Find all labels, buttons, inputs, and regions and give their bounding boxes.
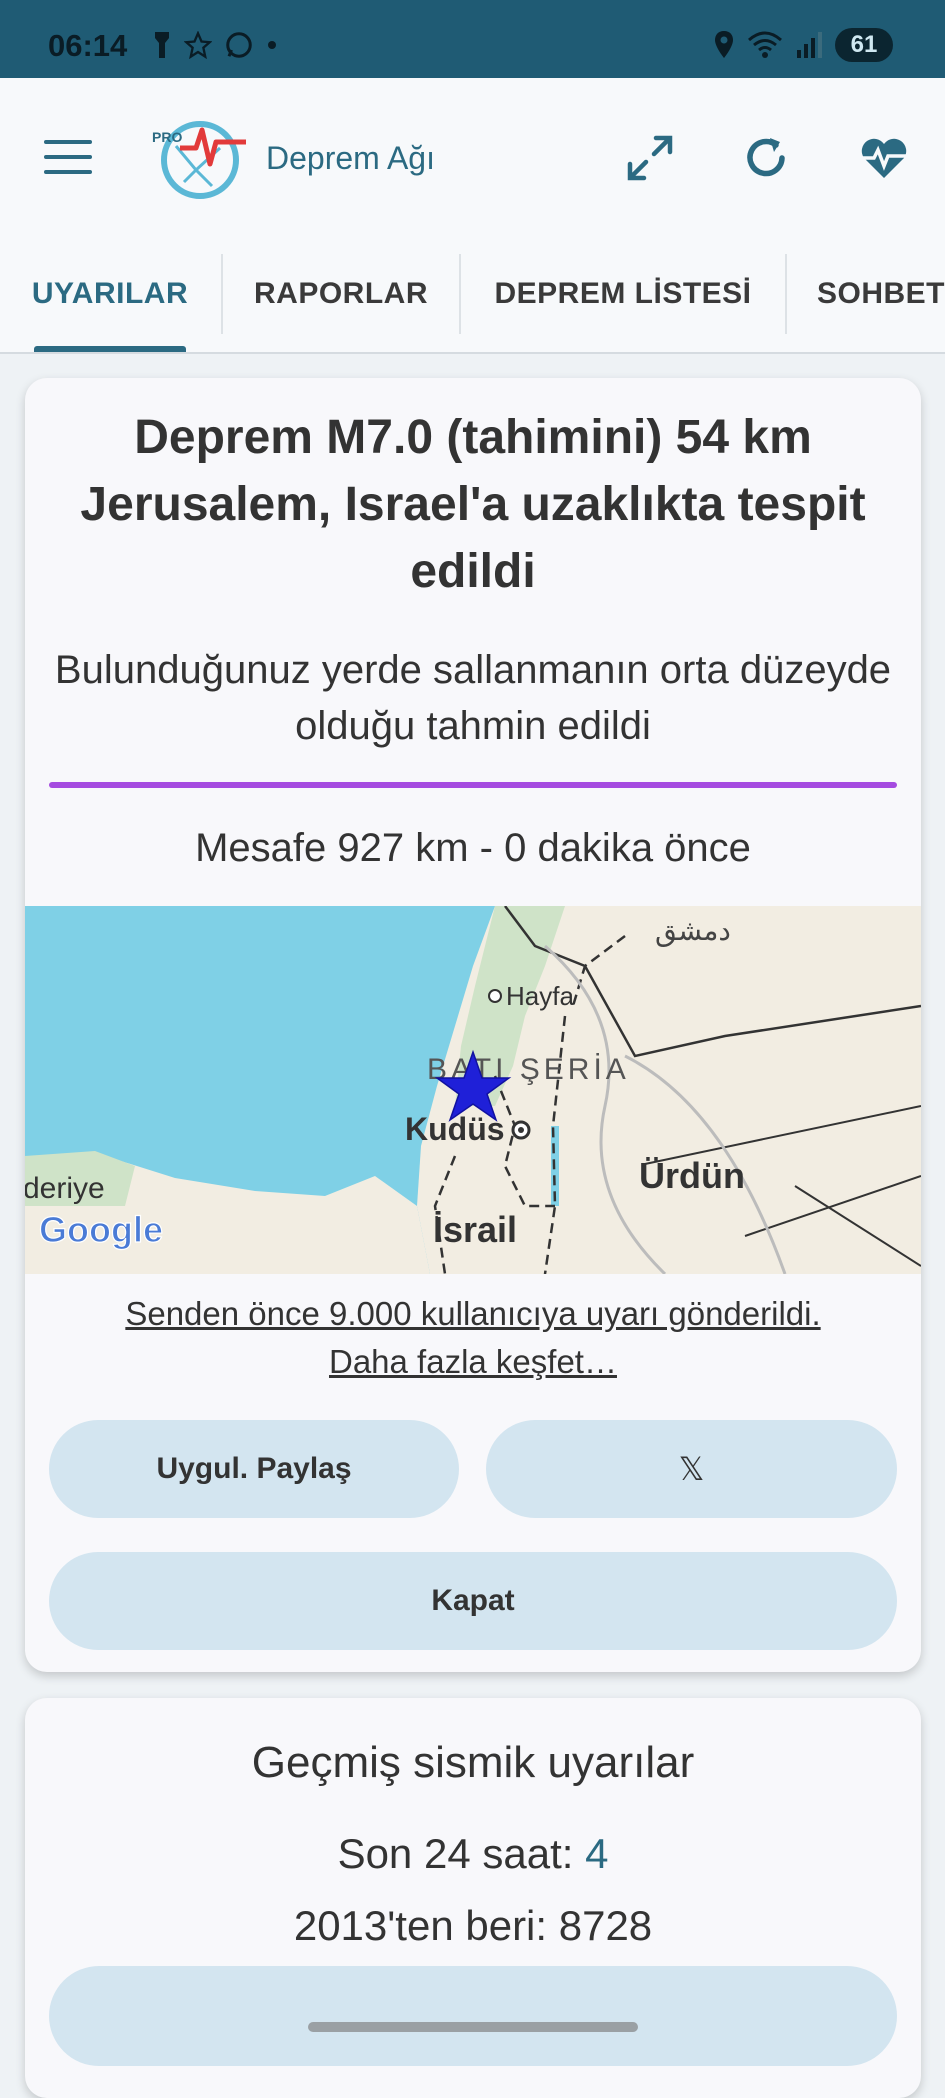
app-header: PRO Deprem Ağı <box>0 78 945 238</box>
expand-icon[interactable] <box>622 130 678 186</box>
history-since-2013: 2013'ten beri: 8728 <box>293 1902 653 1949</box>
dot-icon <box>268 41 276 49</box>
label-alexandria: deriye <box>25 1172 105 1205</box>
alert-subtitle: Bulunduğunuz yerde sallanmanın orta düze… <box>54 648 892 748</box>
seismic-history-card: Geçmiş sismik uyarılar Son 24 saat: 4 20… <box>25 1698 921 2098</box>
alert-map[interactable]: دمشق Hayfa BATI ŞERİA Kudüs Ürdün İsrail… <box>25 905 921 1276</box>
share-app-button[interactable]: Uygul. Paylaş <box>49 1420 459 1518</box>
refresh-icon[interactable] <box>738 130 794 186</box>
label-jerusalem: Kudüs <box>405 1111 505 1147</box>
flashlight-icon <box>155 32 169 58</box>
location-icon <box>715 31 733 58</box>
explore-more-link[interactable]: Senden önce 9.000 kullanıcıya uyarı gönd… <box>45 1290 901 1386</box>
label-haifa: Hayfa <box>506 981 574 1011</box>
map-canvas: دمشق Hayfa BATI ŞERİA Kudüs Ürdün İsrail… <box>25 905 921 1276</box>
last-24h-value: 4 <box>585 1830 609 1877</box>
tab-bar: UYARILAR RAPORLAR DEPREM LİSTESİ SOHBET <box>0 238 945 354</box>
label-jordan: Ürdün <box>639 1155 745 1196</box>
marker-haifa <box>488 989 502 1003</box>
star-icon <box>184 31 212 59</box>
system-icons: 61 <box>713 28 893 62</box>
wifi-icon <box>748 31 782 58</box>
status-time: 06:14 <box>48 28 128 63</box>
tab-uyarilar[interactable]: UYARILAR <box>0 238 220 350</box>
tab-raporlar[interactable]: RAPORLAR <box>222 238 460 350</box>
alert-distance: Mesafe 927 km - 0 dakika önce <box>195 826 751 870</box>
heart-pulse-icon[interactable] <box>856 130 912 186</box>
history-title: Geçmiş sismik uyarılar <box>251 1738 695 1787</box>
app-logo-icon: PRO <box>152 121 246 199</box>
google-watermark: Google <box>39 1209 163 1250</box>
logo-badge: PRO <box>152 129 182 145</box>
home-indicator[interactable] <box>308 2022 638 2032</box>
alert-title: Deprem M7.0 (tahimini) 54 km Jerusalem, … <box>80 411 866 598</box>
close-button[interactable]: Kapat <box>49 1552 897 1650</box>
earthquake-alert-card: Deprem M7.0 (tahimini) 54 km Jerusalem, … <box>25 378 921 1672</box>
tab-deprem-listesi[interactable]: DEPREM LİSTESİ <box>461 238 785 350</box>
label-israel: İsrail <box>433 1209 517 1250</box>
tab-sohbet[interactable]: SOHBET <box>787 238 945 350</box>
history-map-button[interactable] <box>49 1966 897 2066</box>
tab-indicator <box>34 346 186 352</box>
menu-icon[interactable] <box>44 140 92 174</box>
alert-link-line2: Daha fazla keşfet… <box>329 1343 617 1380</box>
intensity-bar <box>49 782 897 788</box>
alert-link-line1: Senden önce 9.000 kullanıcıya uyarı gönd… <box>125 1295 821 1332</box>
x-share-button[interactable]: 𝕏 <box>486 1420 897 1518</box>
signal-icon <box>797 32 822 58</box>
battery-indicator: 61 <box>835 28 893 62</box>
whatsapp-icon <box>226 32 252 58</box>
history-last-24h: Son 24 saat: 4 <box>25 1830 921 1878</box>
status-bar: 06:14 61 <box>0 0 945 78</box>
last-24h-label: Son 24 saat: <box>337 1830 586 1877</box>
notification-icons <box>152 30 278 60</box>
app-title: Deprem Ağı <box>266 140 435 176</box>
label-damascus: دمشق <box>655 914 731 947</box>
